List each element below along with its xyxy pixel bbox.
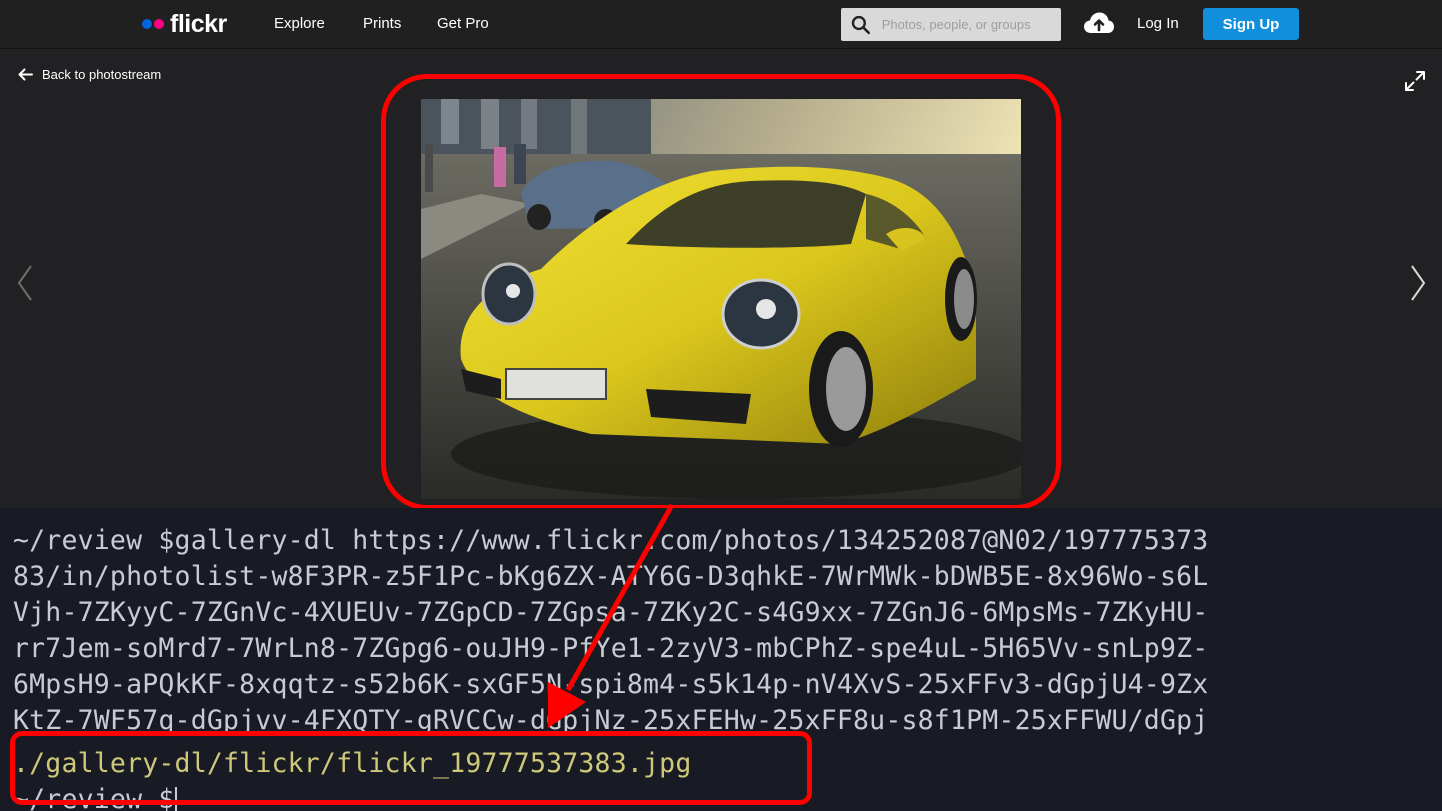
logo-blue-dot xyxy=(142,19,152,29)
terminal-cursor xyxy=(174,786,177,811)
top-nav: flickr Explore Prints Get Pro Log In Sig… xyxy=(0,0,1442,49)
nav-prints-link[interactable]: Prints xyxy=(363,15,401,33)
login-link[interactable]: Log In xyxy=(1137,15,1179,32)
terminal-line-3: Vjh-7ZKyyC-7ZGnVc-4XUEUv-7ZGpCD-7ZGpsa-7… xyxy=(13,597,1209,628)
fullscreen-icon[interactable] xyxy=(1404,70,1426,92)
next-photo-chevron-icon[interactable] xyxy=(1409,263,1427,303)
previous-photo-chevron-icon[interactable] xyxy=(16,263,34,303)
terminal-line-4: rr7Jem-soMrd7-7WrLn8-7ZGpg6-ouJH9-PfYe1-… xyxy=(13,633,1209,664)
downloaded-file-path: ./gallery-dl/flickr/flickr_19777537383.j… xyxy=(13,748,692,779)
photo-viewer: Back to photostream xyxy=(0,49,1442,508)
terminal-prompt: ~/review $ xyxy=(13,784,175,811)
terminal-line-2: 83/in/photolist-w8F3PR-z5F1Pc-bKg6ZX-ATY… xyxy=(13,561,1209,592)
main-photo xyxy=(421,99,1021,499)
search-input[interactable] xyxy=(879,16,1061,33)
search-icon xyxy=(851,15,871,34)
search-box[interactable] xyxy=(841,8,1061,41)
yellow-sports-car-image xyxy=(421,99,1021,499)
terminal-line-6: KtZ-7WF57q-dGpjvv-4FXQTY-gRVCCw-dGpjNz-2… xyxy=(13,705,1209,736)
arrow-left-icon xyxy=(18,68,33,81)
back-label: Back to photostream xyxy=(42,67,162,82)
signup-button[interactable]: Sign Up xyxy=(1203,8,1299,40)
terminal-line-5: 6MpsH9-aPQkKF-8xqqtz-s52b6K-sxGF5N-spi8m… xyxy=(13,669,1209,700)
logo-pink-dot xyxy=(154,19,164,29)
nav-explore-link[interactable]: Explore xyxy=(274,15,325,33)
nav-get-pro-link[interactable]: Get Pro xyxy=(437,15,489,33)
terminal-window[interactable]: ~/review $gallery-dl https://www.flickr.… xyxy=(0,508,1442,811)
flickr-logo[interactable]: flickr xyxy=(142,10,227,38)
terminal-prompt-line: ~/review $ xyxy=(13,782,177,811)
upload-cloud-icon[interactable] xyxy=(1083,11,1115,35)
logo-text: flickr xyxy=(170,10,227,38)
back-to-photostream-link[interactable]: Back to photostream xyxy=(18,67,161,82)
terminal-line-1: ~/review $gallery-dl https://www.flickr.… xyxy=(13,525,1209,556)
